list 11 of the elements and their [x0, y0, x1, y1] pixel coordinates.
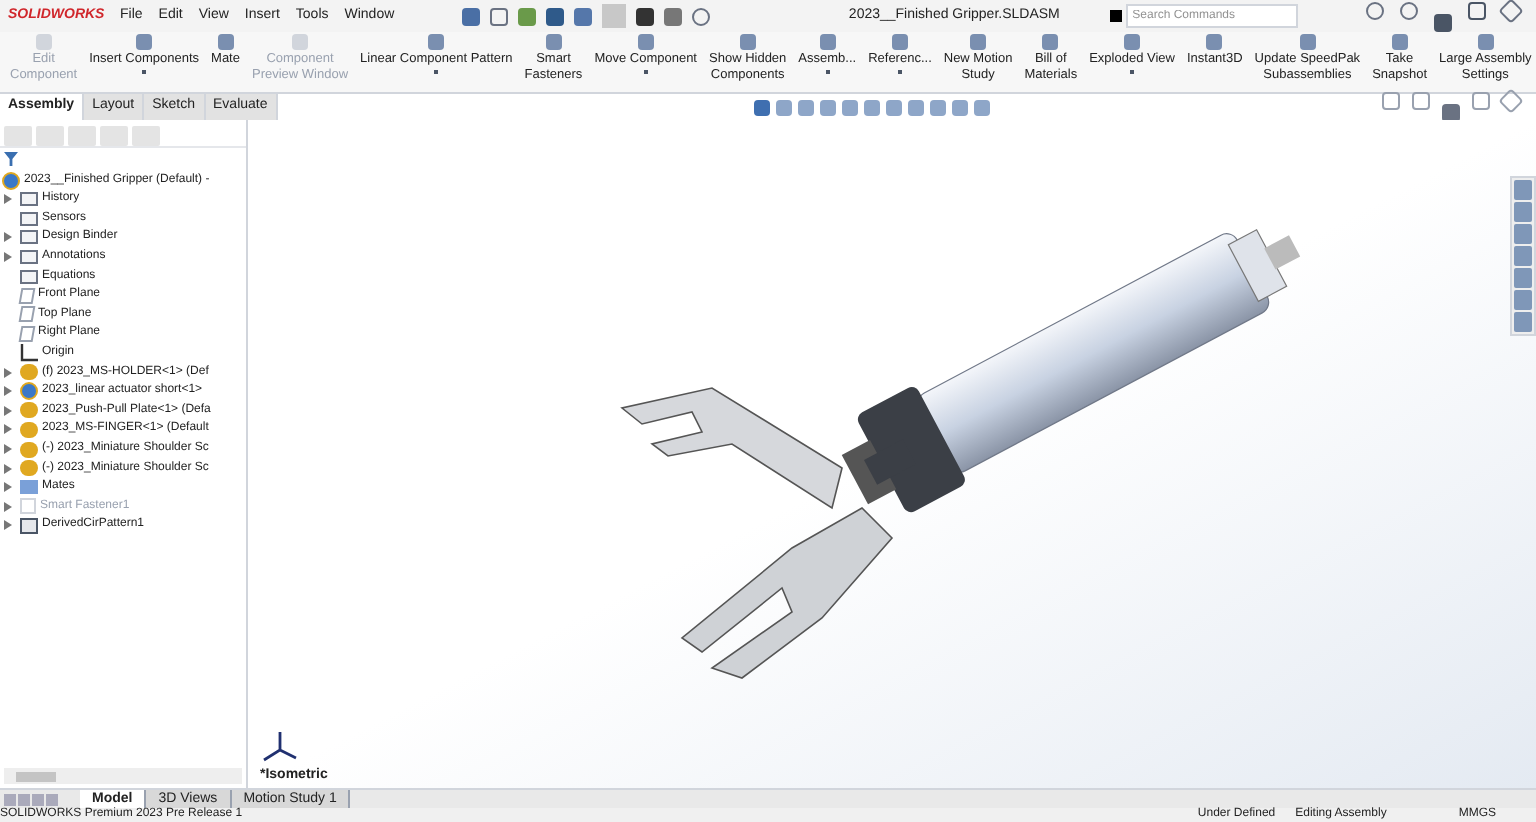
origin-icon	[20, 344, 38, 363]
restore-icon[interactable]	[1472, 92, 1490, 110]
part-icon	[20, 364, 38, 381]
scrollbar-thumb[interactable]	[16, 771, 56, 781]
maximize-icon[interactable]	[1468, 1, 1486, 19]
filter-icon[interactable]	[4, 152, 18, 166]
terminal-icon	[1110, 10, 1123, 22]
assembly-icon	[2, 171, 20, 189]
expand-arrow-icon[interactable]	[4, 194, 12, 205]
assembly-icon	[20, 382, 38, 401]
pattern-icon	[20, 517, 38, 534]
